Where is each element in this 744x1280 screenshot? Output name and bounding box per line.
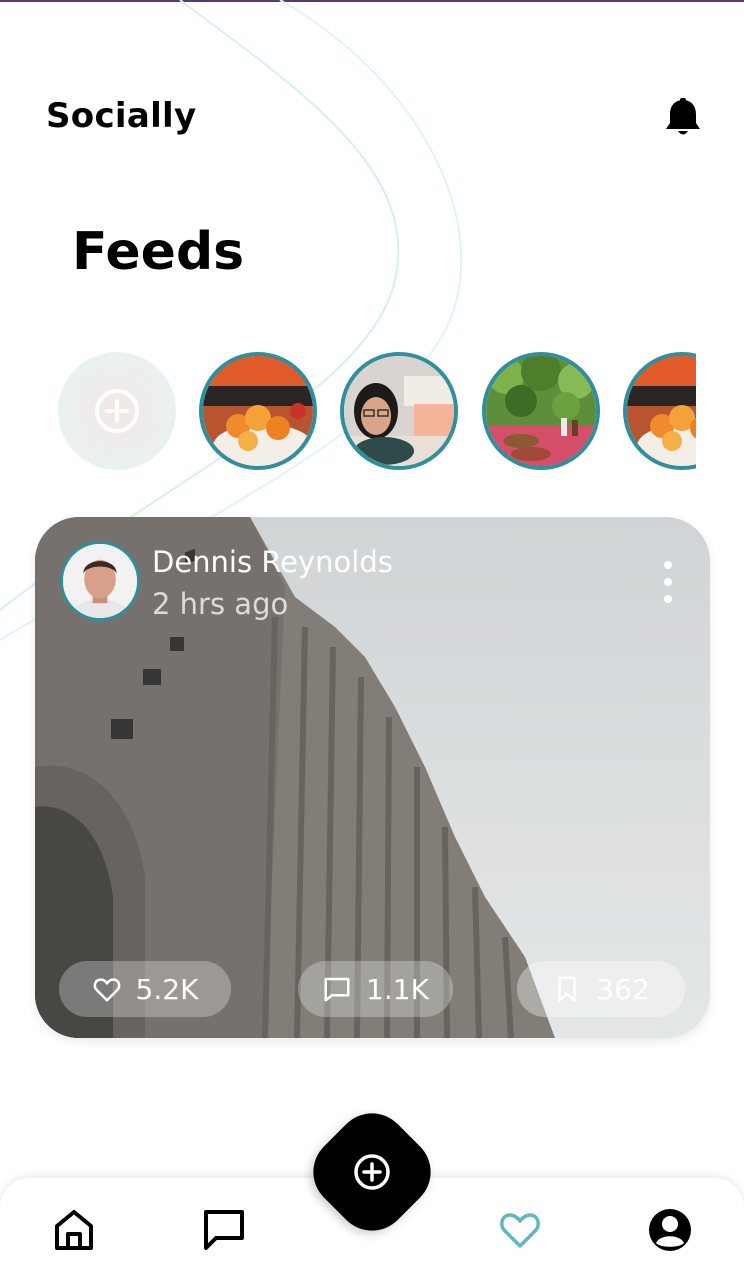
chat-icon[interactable] bbox=[200, 1206, 248, 1254]
story-food-1[interactable] bbox=[199, 352, 317, 470]
home-icon[interactable] bbox=[50, 1206, 98, 1254]
story-image bbox=[344, 356, 454, 466]
heart-outline-icon bbox=[93, 978, 120, 1002]
comment-button[interactable]: 1.1K bbox=[298, 961, 453, 1017]
story-image bbox=[627, 356, 696, 466]
comment-count: 1.1K bbox=[366, 972, 429, 1006]
plus-circle-icon bbox=[95, 389, 139, 433]
bell-icon[interactable] bbox=[664, 98, 702, 138]
avatar-image bbox=[63, 544, 137, 618]
more-vertical-icon[interactable] bbox=[655, 561, 681, 603]
author-name[interactable]: Dennis Reynolds bbox=[152, 545, 393, 579]
story-person[interactable] bbox=[340, 352, 458, 470]
top-accent-line bbox=[0, 0, 744, 2]
story-garden[interactable] bbox=[482, 352, 600, 470]
comment-icon bbox=[324, 977, 350, 1002]
menu-dot bbox=[664, 578, 672, 586]
bookmark-icon bbox=[558, 976, 577, 1002]
like-button[interactable]: 5.2K bbox=[59, 961, 231, 1017]
add-story-button[interactable] bbox=[58, 352, 176, 470]
post-time: 2 hrs ago bbox=[152, 587, 289, 621]
heart-icon[interactable] bbox=[496, 1206, 544, 1254]
stories-row bbox=[58, 352, 696, 472]
post-card[interactable]: Dennis Reynolds 2 hrs ago 5.2K 1.1K 362 bbox=[35, 517, 710, 1038]
menu-dot bbox=[664, 595, 672, 603]
profile-icon[interactable] bbox=[646, 1206, 694, 1254]
story-food-2[interactable] bbox=[623, 352, 696, 470]
add-post-icon[interactable] bbox=[352, 1152, 392, 1192]
like-count: 5.2K bbox=[135, 972, 199, 1006]
story-image bbox=[203, 356, 313, 466]
author-avatar[interactable] bbox=[60, 541, 140, 621]
menu-dot bbox=[664, 561, 672, 569]
app-title: Socially bbox=[46, 96, 197, 136]
story-image bbox=[486, 356, 596, 466]
save-button[interactable]: 362 bbox=[517, 961, 685, 1017]
feeds-title: Feeds bbox=[72, 222, 245, 282]
save-count: 362 bbox=[596, 972, 650, 1006]
